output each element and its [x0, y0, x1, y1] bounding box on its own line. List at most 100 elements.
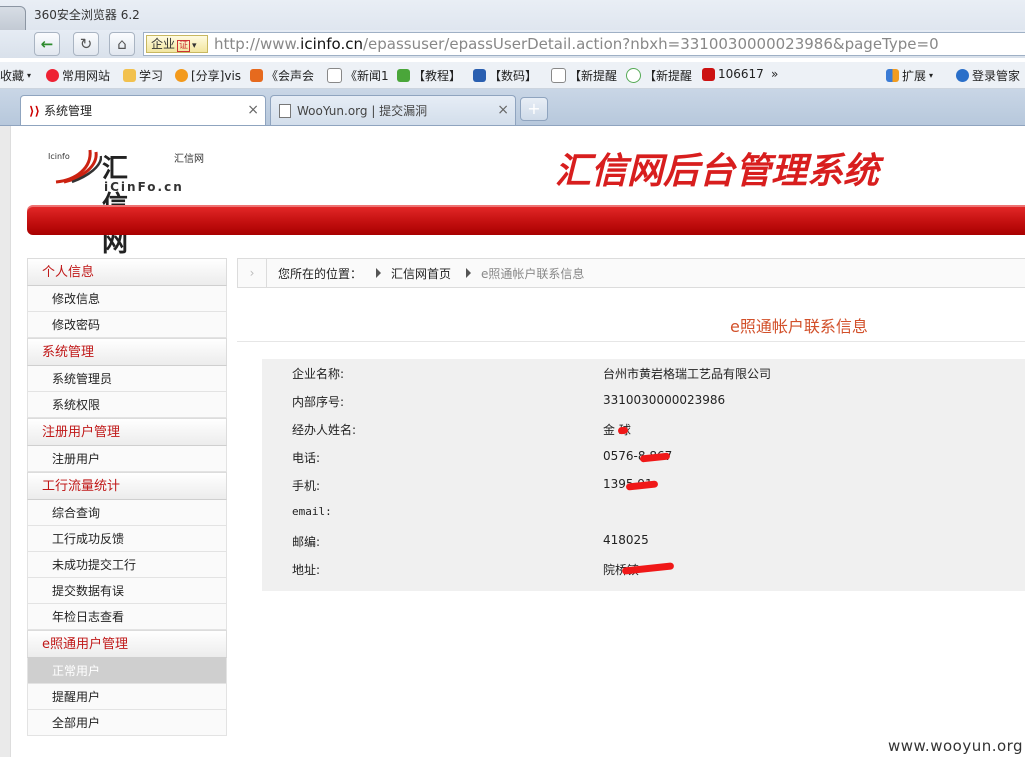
refresh-icon[interactable]: ↻ — [73, 32, 99, 56]
sidebar-section-system[interactable]: 系统管理 — [27, 338, 227, 366]
extensions-button[interactable]: 扩展 ▾ — [886, 67, 933, 84]
field-label: 邮编: — [292, 535, 321, 549]
sidebar-section-icbc-stats[interactable]: 工行流量统计 — [27, 472, 227, 500]
sidebar-item-change-password[interactable]: 修改密码 — [27, 312, 227, 338]
page-icon — [327, 68, 342, 83]
bookmark-digital[interactable]: 【数码】 — [473, 67, 537, 84]
circle-icon — [626, 68, 641, 83]
bookmark-tutorial[interactable]: 【教程】 — [397, 67, 461, 84]
close-tab-icon[interactable]: × — [497, 102, 509, 118]
field-row-postcode: 邮编: 418025 — [262, 527, 1025, 555]
key-icon — [956, 69, 969, 82]
tab-bar: ⟩⟩ 系统管理 × WooYun.org | 提交漏洞 × + — [0, 89, 1025, 126]
sidebar-item-all-users[interactable]: 全部用户 — [27, 710, 227, 736]
extensions-icon — [886, 69, 899, 82]
field-row-phone: 电话: 0576-8 867 — [262, 443, 1025, 471]
sidebar-section-personal[interactable]: 个人信息 — [27, 258, 227, 286]
bookmark-news[interactable]: 《新闻1 — [327, 67, 389, 84]
field-label: 内部序号: — [292, 395, 345, 409]
bookmark-video[interactable]: 《会声会 — [250, 67, 314, 84]
close-tab-icon[interactable]: × — [247, 102, 259, 118]
shield-icon — [250, 69, 263, 82]
share-icon — [175, 69, 188, 82]
field-row-address: 地址: 院桥镇 — [262, 555, 1025, 583]
field-row-mobile: 手机: 1395 91 — [262, 471, 1025, 499]
sidebar-item-icbc-unsubmitted[interactable]: 未成功提交工行 — [27, 552, 227, 578]
new-tab-button[interactable]: + — [520, 97, 548, 121]
url-domain: icinfo.cn — [300, 35, 363, 53]
tab-label: WooYun.org | 提交漏洞 — [297, 104, 428, 118]
wooyun-watermark: www.wooyun.org — [888, 737, 1024, 755]
weibo-icon — [46, 69, 59, 82]
page-icon — [551, 68, 566, 83]
field-value: 台州市黄岩格瑞工艺品有限公司 — [603, 367, 772, 381]
browser-titlebar: 360安全浏览器 6.2 — [0, 0, 1025, 54]
sidebar-item-reminder-users[interactable]: 提醒用户 — [27, 684, 227, 710]
home-icon[interactable]: ⌂ — [109, 32, 135, 56]
title-divider — [237, 341, 1025, 342]
sidebar-item-annual-log[interactable]: 年检日志查看 — [27, 604, 227, 630]
field-label: 电话: — [292, 451, 321, 465]
system-banner-title: 汇信网后台管理系统 — [555, 151, 880, 192]
sidebar-item-combined-query[interactable]: 综合查询 — [27, 500, 227, 526]
bookmark-share[interactable]: [分享]vis — [175, 67, 241, 84]
sidebar-item-system-permissions[interactable]: 系统权限 — [27, 392, 227, 418]
bookmark-study[interactable]: 学习 — [123, 67, 163, 84]
chevron-right-icon: › — [238, 259, 267, 287]
window-title: 360安全浏览器 6.2 — [34, 8, 140, 22]
header-red-bar — [27, 205, 1025, 235]
sidebar-section-registered-users[interactable]: 注册用户管理 — [27, 418, 227, 446]
field-label: 企业名称: — [292, 367, 345, 381]
field-row-email: email: — [262, 499, 1025, 527]
sidebar-section-ezhaotong-users[interactable]: e照通用户管理 — [27, 630, 227, 658]
green-app-icon — [397, 69, 410, 82]
field-label: 手机: — [292, 479, 321, 493]
bookmark-reminder-1[interactable]: 【新提醒 — [551, 67, 617, 84]
left-gutter — [0, 126, 11, 757]
field-label: email: — [292, 505, 332, 518]
bookmarks-more[interactable]: » — [771, 67, 778, 81]
url-path: /epassuser/epassUserDetail.action?nbxh=3… — [362, 35, 939, 53]
site-favicon-icon: ⟩⟩ — [29, 103, 40, 118]
breadcrumb-arrow-icon — [376, 268, 381, 278]
field-label: 地址: — [292, 563, 321, 577]
navigation-bar: ← ↻ ⌂ 企业证 ▾ http://www.icinfo.cn/epassuse… — [0, 30, 1025, 58]
bookmark-reminder-2[interactable]: 【新提醒 — [626, 67, 692, 84]
field-row-operator-name: 经办人姓名: 金 球 — [262, 415, 1025, 443]
folder-icon — [123, 69, 136, 82]
field-label: 经办人姓名: — [292, 423, 357, 437]
sidebar-item-normal-users[interactable]: 正常用户 — [27, 658, 227, 684]
back-arrow-icon[interactable]: ← — [34, 32, 60, 56]
flag-icon — [702, 67, 715, 81]
field-row-company: 企业名称: 台州市黄岩格瑞工艺品有限公司 — [262, 359, 1025, 387]
bookmark-106617[interactable]: 106617 — [702, 67, 764, 81]
url-prefix: http://www. — [214, 35, 301, 53]
sidebar-item-registered-users[interactable]: 注册用户 — [27, 446, 227, 472]
tab-system-management[interactable]: ⟩⟩ 系统管理 × — [20, 95, 266, 125]
tab-label: 系统管理 — [43, 104, 92, 118]
breadcrumb-home-link[interactable]: 汇信网首页 — [391, 265, 451, 282]
bookmark-favorites[interactable]: 收藏 ▾ — [0, 67, 31, 84]
breadcrumb: › 您所在的位置： 汇信网首页 e照通帐户联系信息 — [237, 258, 1025, 288]
field-row-internal-id: 内部序号: 3310030000023986 — [262, 387, 1025, 415]
chevron-down-icon: ▾ — [192, 41, 197, 51]
login-manager-button[interactable]: 登录管家 — [956, 67, 1020, 84]
page-content: Icinfo 汇信网 汇信网 iCinFo.cn 汇信网后台管理系统 个人信息 … — [0, 126, 1025, 757]
sidebar-item-data-errors[interactable]: 提交数据有误 — [27, 578, 227, 604]
sidebar-item-icbc-success[interactable]: 工行成功反馈 — [27, 526, 227, 552]
logo-small-text: Icinfo — [48, 152, 70, 161]
page-title: e照通帐户联系信息 — [730, 317, 868, 336]
breadcrumb-prefix: 您所在的位置： — [278, 267, 363, 281]
bookmark-common-sites[interactable]: 常用网站 — [46, 67, 110, 84]
sidebar-item-edit-info[interactable]: 修改信息 — [27, 286, 227, 312]
sidebar-item-system-admin[interactable]: 系统管理员 — [27, 366, 227, 392]
certificate-tag: 证 — [177, 40, 191, 52]
sidebar-menu: 个人信息 修改信息 修改密码 系统管理 系统管理员 系统权限 注册用户管理 注册… — [27, 258, 227, 736]
tab-wooyun[interactable]: WooYun.org | 提交漏洞 × — [270, 95, 516, 125]
url-text[interactable]: http://www.icinfo.cn/epassuser/epassUser… — [214, 35, 939, 53]
address-bar[interactable]: 企业证 ▾ http://www.icinfo.cn/epassuser/epas… — [143, 32, 1025, 56]
account-info-panel: 企业名称: 台州市黄岩格瑞工艺品有限公司 内部序号: 3310030000023… — [262, 359, 1025, 591]
certificate-badge[interactable]: 企业证 ▾ — [146, 35, 208, 53]
field-value: 3310030000023986 — [603, 393, 726, 407]
logo-side-text: 汇信网 — [174, 154, 204, 165]
